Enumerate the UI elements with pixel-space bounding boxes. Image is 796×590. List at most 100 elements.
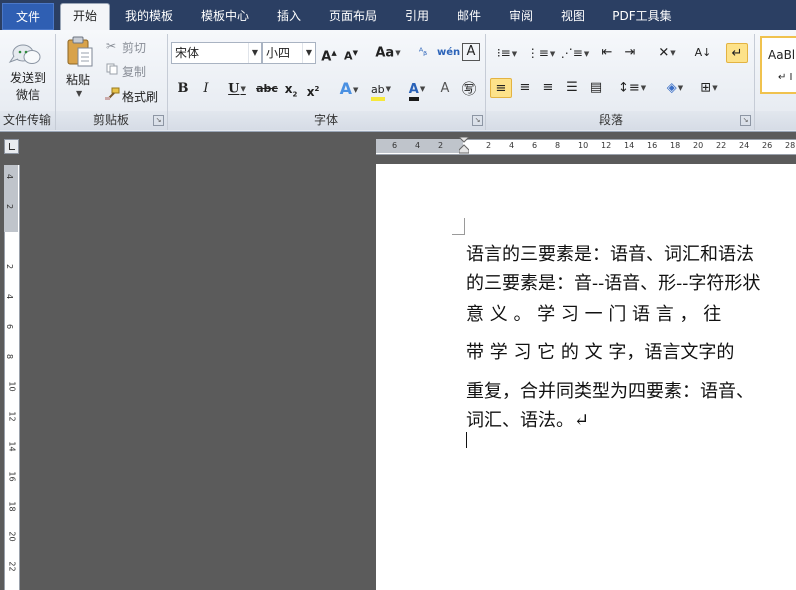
ruler-number: 4	[5, 293, 15, 300]
ruler-number: 8	[5, 353, 15, 360]
chevron-down-icon[interactable]: ▼	[248, 43, 261, 63]
clear-formatting-icon[interactable]: ᴬᵦ	[414, 43, 432, 63]
ruler-number: 20	[693, 141, 704, 150]
ruler-number: 18	[670, 141, 681, 150]
sort-icon[interactable]: A↓	[693, 43, 713, 63]
text-effects-icon[interactable]: A▼	[336, 79, 362, 99]
group-label-file-transfer: 文件传输	[2, 113, 51, 127]
bold-icon[interactable]: B	[175, 79, 191, 99]
style-normal-preview[interactable]: AaBl ↵ I	[760, 36, 796, 94]
style-preview-mark: ↵ I	[778, 72, 793, 83]
tab-my-templates[interactable]: 我的模板	[116, 4, 182, 28]
grow-font-icon[interactable]: A▲	[320, 43, 338, 64]
shading-icon[interactable]: ◈▼	[660, 78, 690, 98]
highlight-color-icon[interactable]: ab▼	[366, 79, 396, 101]
ruler-number: 22	[716, 141, 727, 150]
strikethrough-icon[interactable]: abc	[256, 79, 278, 99]
bullets-icon[interactable]: ⁝≡▼	[492, 43, 522, 63]
subscript-icon[interactable]: x2	[282, 79, 300, 99]
paragraph-launcher-icon[interactable]: ↘	[740, 115, 751, 126]
font-launcher-icon[interactable]: ↘	[472, 115, 483, 126]
show-formatting-marks-icon[interactable]: ↵	[726, 43, 748, 63]
align-left-icon[interactable]: ≡	[490, 78, 512, 98]
align-center-icon[interactable]: ≡	[516, 78, 534, 98]
ruler-number: 8	[555, 141, 561, 150]
ruler-number: 2	[5, 263, 15, 270]
borders-icon[interactable]: ⊞▼	[694, 78, 724, 98]
document-line[interactable]: 意 义 。 学 习 一 门 语 言 ， 往	[466, 300, 721, 326]
document-line[interactable]: 带 学 习 它 的 文 字，语言文字的	[466, 338, 734, 364]
ruler-number: 16	[7, 471, 17, 482]
send-to-wechat-button[interactable]: 发送到 微信	[6, 70, 50, 104]
ruler-number: 2	[486, 141, 492, 150]
change-case-icon[interactable]: Aa▼	[373, 43, 403, 63]
group-label-clipboard: 剪贴板	[92, 113, 129, 127]
shrink-font-icon[interactable]: A▼	[342, 43, 360, 63]
cut-button[interactable]: 剪切	[122, 39, 146, 56]
font-color-icon[interactable]: A▼	[402, 79, 432, 101]
tab-insert[interactable]: 插入	[268, 4, 310, 28]
group-label-paragraph: 段落	[598, 113, 623, 127]
paste-dropdown-arrow-icon[interactable]: ▼	[76, 89, 82, 98]
tab-file[interactable]: 文件	[2, 3, 54, 30]
document-line[interactable]: 的三要素是：音--语音、形--字符形状	[466, 269, 760, 295]
paste-button[interactable]: 粘贴	[66, 71, 90, 88]
ruler-number: 12	[7, 411, 17, 422]
character-border-icon[interactable]: A	[462, 43, 480, 61]
clipboard-launcher-icon[interactable]: ↘	[153, 115, 164, 126]
chevron-down-icon[interactable]: ▼	[302, 43, 315, 63]
justify-icon[interactable]: ☰	[563, 78, 581, 98]
multilevel-list-icon[interactable]: ⋰≡▼	[560, 43, 590, 63]
ruler-number: 6	[392, 141, 398, 150]
italic-icon[interactable]: I	[198, 79, 214, 99]
tab-references[interactable]: 引用	[396, 4, 438, 28]
ruler-number: 14	[7, 441, 17, 452]
decrease-indent-icon[interactable]: ⇤	[598, 43, 616, 63]
tab-template-center[interactable]: 模板中心	[192, 4, 258, 28]
numbering-icon[interactable]: ⋮≡▼	[526, 43, 556, 63]
tab-view[interactable]: 视图	[552, 4, 594, 28]
ruler-number: 18	[7, 501, 17, 512]
align-right-icon[interactable]: ≡	[539, 78, 557, 98]
copy-icon	[106, 63, 118, 75]
tab-review[interactable]: 审阅	[500, 4, 542, 28]
phonetic-guide-icon[interactable]: wén	[437, 43, 460, 63]
line-spacing-icon[interactable]: ↕≡▼	[618, 78, 646, 98]
tab-home[interactable]: 开始	[60, 3, 110, 30]
font-size-combo[interactable]: 小四 ▼	[262, 42, 316, 64]
ruler-number: 20	[7, 531, 17, 542]
ruler-number: 2	[438, 141, 444, 150]
tab-page-layout[interactable]: 页面布局	[320, 4, 386, 28]
character-shading-icon[interactable]: A	[437, 79, 453, 99]
superscript-icon[interactable]: x2	[304, 79, 322, 99]
format-painter-button[interactable]: 格式刷	[122, 88, 158, 105]
distributed-align-icon[interactable]: ▤	[586, 78, 606, 98]
increase-indent-icon[interactable]: ⇥	[621, 43, 639, 63]
copy-button[interactable]: 复制	[122, 63, 146, 80]
ruler-number: 10	[578, 141, 589, 150]
document-line[interactable]: 词汇、语法。↵	[466, 406, 589, 432]
underline-icon[interactable]: U▼	[222, 79, 252, 99]
font-size-value: 小四	[266, 46, 291, 60]
document-line[interactable]: 重复，合并同类型为四要素：语音、	[466, 377, 754, 403]
ruler-number: 10	[7, 381, 17, 392]
asian-layout-icon[interactable]: ✕▼	[652, 43, 682, 63]
document-line[interactable]: 语言的三要素是：语音、词汇和语法	[466, 240, 754, 266]
font-name-combo[interactable]: 宋体 ▼	[171, 42, 262, 64]
indent-marker-icon[interactable]	[457, 136, 471, 157]
ribbon-tab-bar: 文件 开始 我的模板 模板中心 插入 页面布局 引用 邮件 审阅 视图 PDF工…	[0, 0, 796, 30]
ruler-number: 4	[5, 173, 15, 180]
ruler-number: 26	[762, 141, 773, 150]
font-name-value: 宋体	[175, 46, 200, 60]
ruler-number: 4	[415, 141, 421, 150]
enclose-character-icon[interactable]: ㊢	[459, 79, 479, 99]
tab-selector-icon[interactable]	[4, 139, 19, 154]
ruler-number: 22	[7, 561, 17, 572]
format-painter-icon	[104, 87, 120, 101]
ruler-number: 14	[624, 141, 635, 150]
tab-pdf-tools[interactable]: PDF工具集	[604, 4, 680, 28]
ruler-number: 4	[509, 141, 515, 150]
tab-mailings[interactable]: 邮件	[448, 4, 490, 28]
ruler-number: 6	[532, 141, 538, 150]
ruler-number: 6	[5, 323, 15, 330]
